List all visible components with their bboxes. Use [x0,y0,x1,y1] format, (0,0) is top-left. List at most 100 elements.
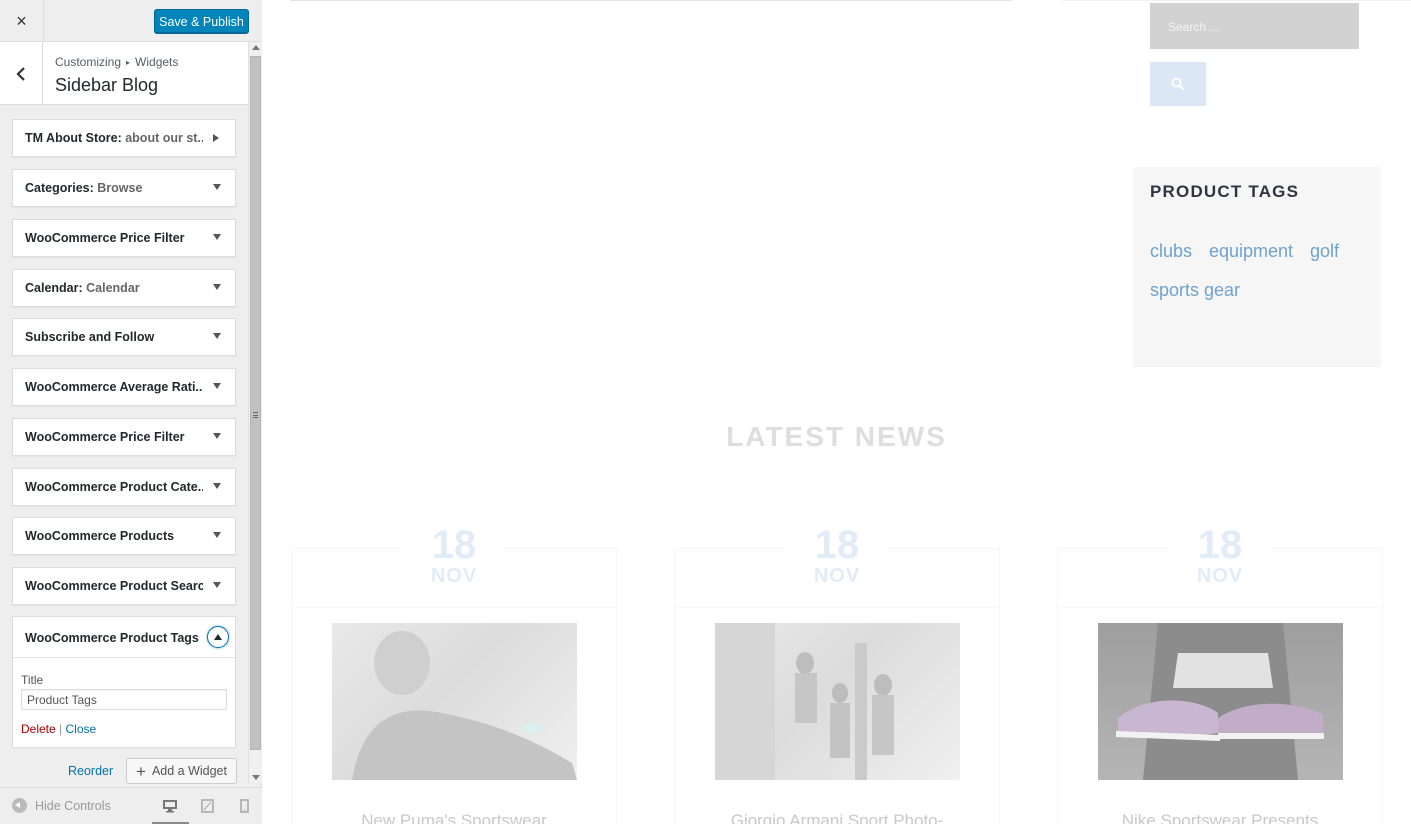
tag-link[interactable]: equipment [1209,241,1293,262]
breadcrumb-separator-icon: ▸ [126,58,131,67]
arrow-down-icon [213,532,221,538]
breadcrumb-parent: Customizing [55,55,122,69]
save-publish-button[interactable]: Save & Publish [154,9,249,34]
preview-search-input[interactable]: Search ... [1150,3,1359,49]
add-widget-label: Add a Widget [151,764,227,778]
hide-controls-label: Hide Controls [35,798,111,813]
search-icon [1171,77,1185,91]
panel-scrollbar[interactable] [248,42,262,784]
add-widget-button[interactable]: + Add a Widget [126,758,237,784]
tag-link[interactable]: clubs [1150,241,1192,262]
breadcrumb: Customizing ▸ Widgets [55,55,178,69]
widget-woocommerce-price-filter-2[interactable]: WooCommerce Price Filter [12,418,236,456]
post-title[interactable]: Giorgio Armani Sport Photo- [675,811,999,824]
scrollbar-thumb[interactable] [250,56,261,750]
widget-actions: Delete | Close [21,722,96,736]
divider [1058,607,1382,608]
grip-icon [253,412,258,418]
widget-title: WooCommerce Price Filter [25,231,185,245]
widget-woocommerce-price-filter[interactable]: WooCommerce Price Filter [12,219,236,257]
scroll-down-arrow-icon[interactable] [252,775,260,780]
reorder-widgets-link[interactable]: Reorder [68,764,113,778]
close-customizer-button[interactable]: × [0,0,44,42]
title-field[interactable] [21,689,227,710]
arrow-down-icon [213,184,221,190]
news-card[interactable]: 18 NOV New Puma's Sportswear [291,523,617,824]
divider [292,607,616,608]
plus-icon: + [136,761,146,781]
tablet-icon [200,799,214,813]
arrow-right-icon [213,134,219,142]
widget-heading: PRODUCT TAGS [1150,182,1300,201]
widget-tm-about-store[interactable]: TM About Store: about our st... [12,119,236,157]
collapse-arrow-icon [12,798,27,813]
action-separator: | [59,722,63,736]
widget-woocommerce-product-search[interactable]: WooCommerce Product Search [12,567,236,605]
post-day: 18 [1197,523,1243,567]
post-day: 18 [814,523,860,567]
post-date: 18 NOV [404,523,504,587]
title-field-label: Title [21,673,44,687]
post-date: 18 NOV [787,523,887,586]
widget-title: WooCommerce Product Search [25,579,203,593]
preview-desktop-button[interactable] [159,794,181,818]
widget-title: Calendar: Calendar [25,281,140,295]
widget-title: WooCommerce Products [25,529,175,543]
news-card[interactable]: 18 NOV Giorgio Armani Sport Photo- [674,523,1000,824]
widget-title: Categories: Browse [25,181,143,195]
post-thumbnail[interactable] [1098,623,1343,780]
widget-woocommerce-average-rating[interactable]: WooCommerce Average Rati... [12,368,236,406]
widget-instance-title: Browse [97,181,143,195]
widget-title: Subscribe and Follow [25,330,155,344]
tag-link[interactable]: golf [1310,241,1339,262]
chevron-left-icon [16,66,25,81]
widget-subscribe-follow[interactable]: Subscribe and Follow [12,318,236,356]
group-photo-icon [715,623,894,780]
back-button[interactable] [0,42,43,105]
collapse-toggle-icon[interactable] [207,626,229,648]
widget-title: WooCommerce Average Rati... [25,380,203,394]
close-icon: × [16,10,27,31]
widget-calendar[interactable]: Calendar: Calendar [12,269,236,307]
tag-link[interactable]: sports gear [1150,280,1240,301]
widget-instance-title: about our st... [125,131,203,145]
close-widget-link[interactable]: Close [66,722,97,736]
divider [1062,0,1411,1]
divider [290,0,1012,1]
scroll-up-arrow-icon[interactable] [252,45,260,50]
widget-woocommerce-product-tags: WooCommerce Product Tags Title Delete | … [12,616,236,748]
post-day: 18 [431,523,477,567]
post-date: 18 NOV [1170,523,1270,587]
desktop-icon [163,800,177,813]
mobile-icon [239,799,249,813]
preview-mobile-button[interactable] [233,794,255,818]
widget-woocommerce-product-categories[interactable]: WooCommerce Product Cate... [12,468,236,506]
widget-title: WooCommerce Product Cate... [25,480,203,494]
arrow-down-icon [213,333,221,339]
post-month: NOV [1196,565,1244,587]
site-preview: Search ... PRODUCT TAGS clubs equipment … [262,0,1411,824]
customizer-panel: Customizing ▸ Widgets Sidebar Blog TM Abou… [0,42,248,784]
post-thumbnail[interactable] [715,623,960,780]
arrow-down-icon [213,383,221,389]
section-title: Sidebar Blog [55,75,159,95]
widget-title[interactable]: WooCommerce Product Tags [25,631,199,645]
widget-woocommerce-products[interactable]: WooCommerce Products [12,517,236,555]
post-month: NOV [430,565,478,587]
widget-title: TM About Store: about our st... [25,131,203,145]
post-thumbnail[interactable] [332,623,577,780]
hide-controls-button[interactable]: Hide Controls [12,798,111,813]
post-title[interactable]: New Puma's Sportswear [292,811,616,824]
delete-widget-link[interactable]: Delete [21,722,56,736]
preview-tablet-button[interactable] [196,794,218,818]
news-card[interactable]: 18 NOV Nike Sportswear Presents [1057,523,1383,824]
arrow-down-icon [213,582,221,588]
preview-search-button[interactable] [1150,62,1206,106]
arrow-down-icon [213,234,221,240]
customizer-sidebar: × Save & Publish Customizing ▸ Widgets Sid… [0,0,262,824]
post-title[interactable]: Nike Sportswear Presents [1058,811,1382,824]
customizer-header: × Save & Publish [0,0,262,42]
customizer-footer: Hide Controls [0,787,262,824]
sneakers-photo-icon [1116,623,1324,780]
widget-categories[interactable]: Categories: Browse [12,169,236,207]
